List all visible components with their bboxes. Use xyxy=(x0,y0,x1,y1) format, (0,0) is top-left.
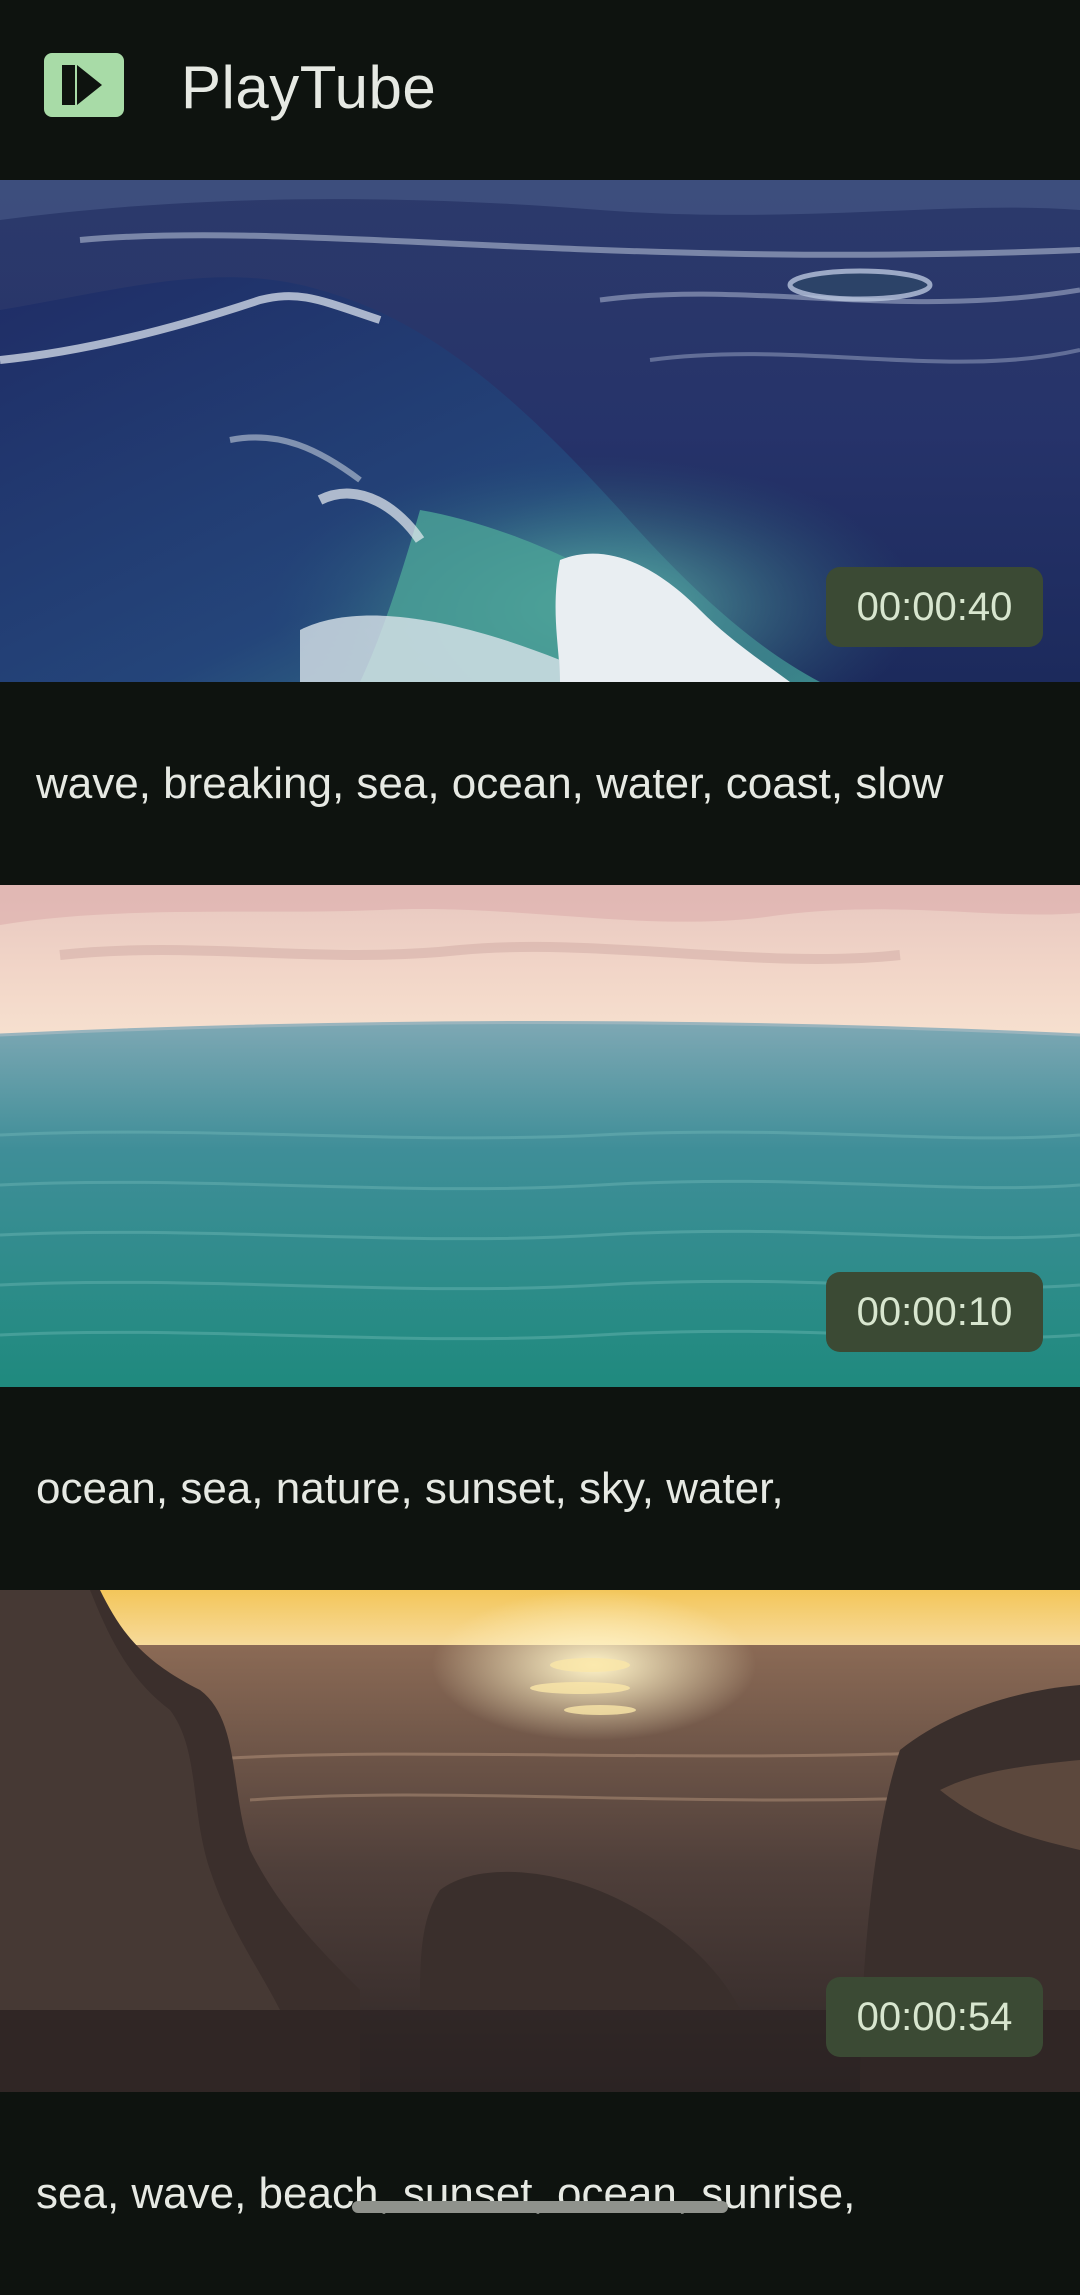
video-tags[interactable]: sea, wave, beach, sunset, ocean, sunrise… xyxy=(36,2164,855,2224)
video-thumbnail[interactable]: 00:00:40 xyxy=(0,180,1080,682)
duration-badge: 00:00:10 xyxy=(826,1272,1043,1352)
video-feed[interactable]: 00:00:40 wave, breaking, sea, ocean, wat… xyxy=(0,180,1080,2295)
video-thumbnail[interactable]: 00:00:10 xyxy=(0,885,1080,1387)
app-title: PlayTube xyxy=(181,54,437,121)
app-bar: PlayTube xyxy=(0,0,1080,180)
play-icon xyxy=(44,53,124,117)
duration-badge: 00:00:54 xyxy=(826,1977,1043,2057)
video-card[interactable]: 00:00:10 ocean, sea, nature, sunset, sky… xyxy=(0,885,1080,1590)
duration-badge: 00:00:40 xyxy=(826,567,1043,647)
video-card[interactable]: 00:00:54 sea, wave, beach, sunset, ocean… xyxy=(0,1590,1080,2295)
video-thumbnail[interactable]: 00:00:54 xyxy=(0,1590,1080,2092)
video-tags[interactable]: ocean, sea, nature, sunset, sky, water, xyxy=(36,1459,784,1519)
video-card[interactable]: 00:00:40 wave, breaking, sea, ocean, wat… xyxy=(0,180,1080,885)
video-tags[interactable]: wave, breaking, sea, ocean, water, coast… xyxy=(36,754,943,814)
home-indicator[interactable] xyxy=(352,2201,728,2213)
